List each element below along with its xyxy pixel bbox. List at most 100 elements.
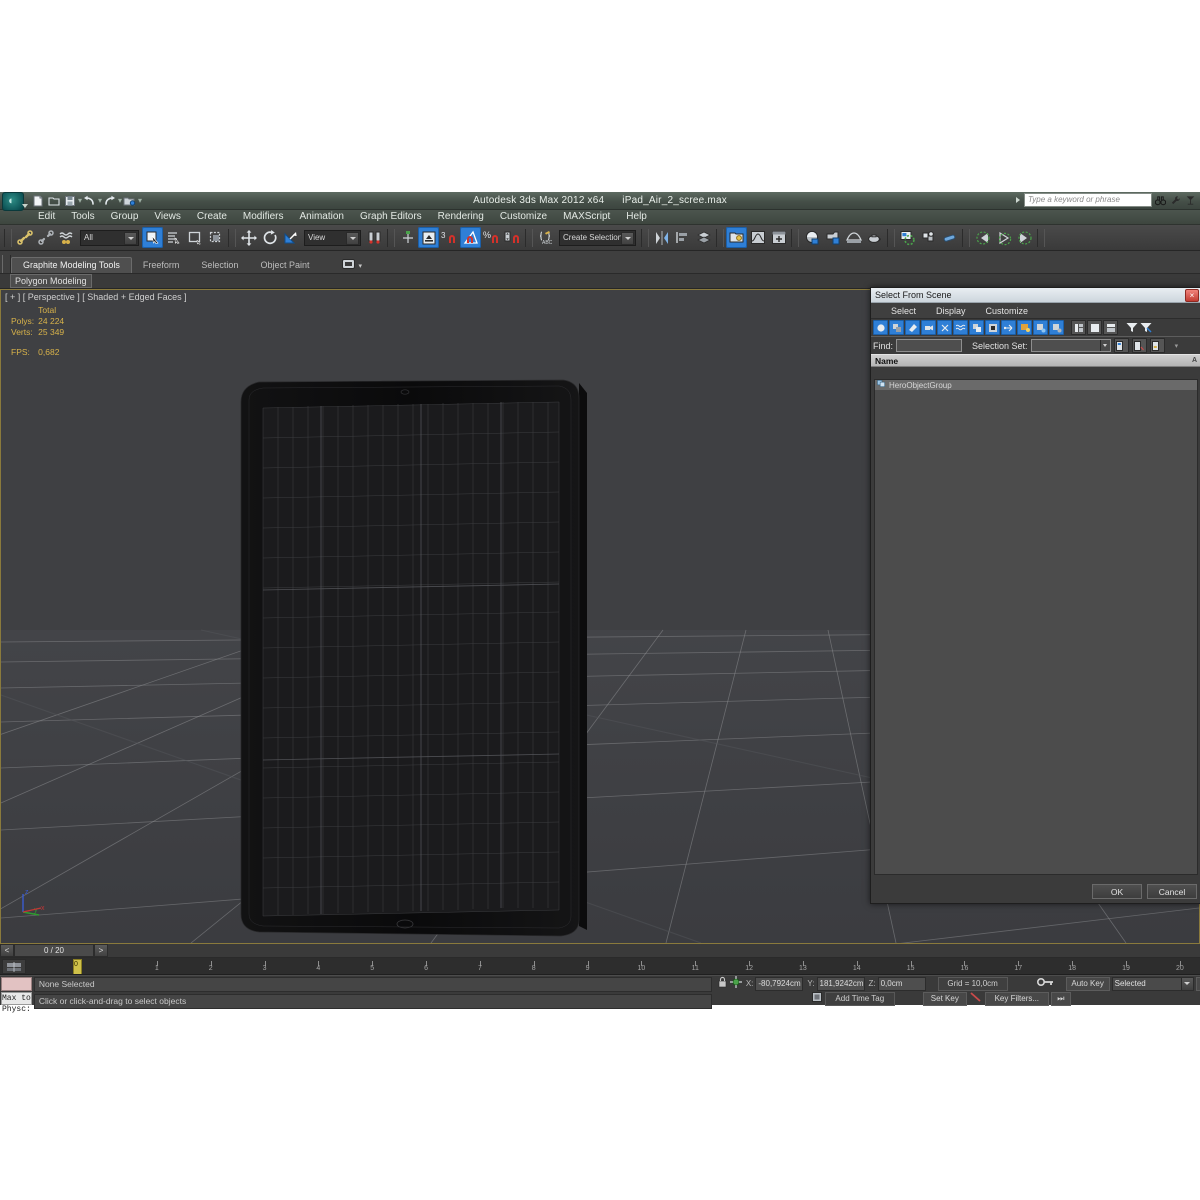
menu-item-modifiers[interactable]: Modifiers <box>235 210 292 224</box>
display-bones-icon[interactable] <box>1001 320 1016 335</box>
render-production-icon[interactable] <box>864 227 885 248</box>
display-shapes-icon[interactable] <box>889 320 904 335</box>
material-editor-icon[interactable] <box>801 227 822 248</box>
coord-y-value[interactable]: 181,9242cm <box>816 976 865 991</box>
key-mode-select[interactable]: Selected <box>1111 976 1194 991</box>
play-state-icon[interactable] <box>993 227 1014 248</box>
percent-snap-toggle-icon[interactable]: % <box>481 227 502 248</box>
rectangular-selection-region-icon[interactable] <box>184 227 205 248</box>
cancel-button[interactable]: Cancel <box>1147 884 1197 899</box>
use-pivot-point-center-icon[interactable] <box>364 227 385 248</box>
select-and-move-icon[interactable] <box>238 227 259 248</box>
menu-item-create[interactable]: Create <box>189 210 235 224</box>
track-bar[interactable]: 1 2 3 4 5 6 7 8 9 10 11 12 13 14 15 16 17 18 19 20 0 <box>0 958 1200 975</box>
menu-item-group[interactable]: Group <box>103 210 147 224</box>
chevron-down-icon[interactable] <box>1180 977 1193 990</box>
ribbon-display-icon[interactable] <box>342 259 356 272</box>
edit-selection-set-icon[interactable] <box>1149 338 1165 353</box>
selection-set-combo[interactable] <box>1030 339 1111 352</box>
select-and-rotate-icon[interactable] <box>259 227 280 248</box>
select-object-icon[interactable] <box>142 227 163 248</box>
align-icon[interactable] <box>672 227 693 248</box>
time-tag-icon[interactable] <box>811 991 823 1006</box>
unlink-selection-icon[interactable] <box>35 227 56 248</box>
spinner-snap-toggle-icon[interactable] <box>502 227 523 248</box>
list-item[interactable]: HeroObjectGroup <box>875 380 1197 390</box>
display-helpers-icon[interactable] <box>937 320 952 335</box>
chevron-down-icon[interactable] <box>124 231 137 245</box>
add-time-tag-button[interactable]: Add Time Tag <box>824 991 895 1006</box>
ribbon-grip[interactable] <box>2 255 11 273</box>
chevron-down-icon[interactable]: ▾ <box>358 262 362 270</box>
menu-item-views[interactable]: Views <box>146 210 189 224</box>
dialog-column-header[interactable]: Name A <box>871 354 1200 367</box>
search-input[interactable]: Type a keyword or phrase <box>1024 193 1152 207</box>
display-space-warps-icon[interactable] <box>953 320 968 335</box>
select-and-link-icon[interactable] <box>14 227 35 248</box>
previous-state-icon[interactable] <box>972 227 993 248</box>
reference-coordinate-combo[interactable]: View <box>304 229 361 246</box>
goto-end-icon[interactable]: ⏭ <box>1050 991 1071 1006</box>
new-selection-set-icon[interactable] <box>1113 338 1129 353</box>
display-children-icon[interactable] <box>1017 320 1032 335</box>
open-mini-curve-editor-icon[interactable] <box>2 959 26 974</box>
auto-key-button[interactable]: Auto Key <box>1065 976 1110 991</box>
more-options-icon[interactable]: ▾ <box>1175 342 1179 350</box>
binoculars-icon[interactable] <box>1154 194 1167 207</box>
expand-all-icon[interactable] <box>1071 320 1086 335</box>
find-input[interactable] <box>896 339 963 352</box>
dialog-menu-select[interactable]: Select <box>881 306 926 316</box>
angle-snap-toggle-icon[interactable] <box>460 227 481 248</box>
display-frozen-icon[interactable] <box>1049 320 1064 335</box>
coord-z-value[interactable]: 0,0cm <box>877 976 926 991</box>
chevron-down-icon[interactable] <box>621 231 634 245</box>
menu-item-rendering[interactable]: Rendering <box>430 210 492 224</box>
capsule-object-icon[interactable] <box>939 227 960 248</box>
menu-item-animation[interactable]: Animation <box>291 210 351 224</box>
tab-graphite-modeling-tools[interactable]: Graphite Modeling Tools <box>11 257 132 273</box>
goto-start-icon[interactable]: ⏮ <box>1195 976 1200 991</box>
lock-icon[interactable] <box>717 976 728 991</box>
select-and-scale-icon[interactable] <box>280 227 301 248</box>
delete-selection-set-icon[interactable] <box>1131 338 1147 353</box>
window-crossing-toggle-icon[interactable] <box>205 227 226 248</box>
menu-item-maxscript[interactable]: MAXScript <box>555 210 618 224</box>
coord-z[interactable]: Z: 0,0cm <box>867 976 926 991</box>
selection-filter-combo[interactable]: All <box>80 229 139 246</box>
display-cameras-icon[interactable] <box>921 320 936 335</box>
render-frame-window-icon[interactable] <box>843 227 864 248</box>
expand-selected-icon[interactable] <box>1103 320 1118 335</box>
search-expand-icon[interactable] <box>1016 197 1020 203</box>
menu-item-tools[interactable]: Tools <box>63 210 102 224</box>
ok-button[interactable]: OK <box>1092 884 1142 899</box>
mirror-icon[interactable] <box>651 227 672 248</box>
select-and-manipulate-icon[interactable] <box>418 227 439 248</box>
sort-indicator[interactable]: A <box>1192 357 1197 364</box>
scene-object-list[interactable]: HeroObjectGroup <box>874 379 1198 875</box>
key-mode-toggle-icon[interactable] <box>1036 976 1056 991</box>
tab-selection[interactable]: Selection <box>190 258 249 273</box>
coord-x[interactable]: X: -80,7924cm <box>744 976 804 991</box>
chevron-down-icon[interactable] <box>1099 340 1110 351</box>
coord-x-value[interactable]: -80,7924cm <box>755 976 804 991</box>
filter-icon[interactable] <box>1125 321 1138 334</box>
dialog-title-bar[interactable]: Select From Scene × <box>871 288 1200 303</box>
render-setup-icon[interactable] <box>822 227 843 248</box>
curve-editor-icon[interactable] <box>747 227 768 248</box>
menu-item-customize[interactable]: Customize <box>492 210 555 224</box>
select-by-name-icon[interactable] <box>163 227 184 248</box>
prev-frame-button[interactable]: < <box>0 944 14 957</box>
use-selection-center-icon[interactable] <box>397 227 418 248</box>
menu-item-edit[interactable]: Edit <box>30 210 63 224</box>
render-to-texture-icon[interactable] <box>897 227 918 248</box>
material-swatch[interactable] <box>1 977 32 991</box>
next-frame-button[interactable]: > <box>94 944 108 957</box>
dialog-menu-display[interactable]: Display <box>926 306 976 316</box>
set-key-button[interactable]: Set Key <box>922 991 967 1006</box>
named-selection-set-combo[interactable]: Create Selection Se <box>559 229 636 246</box>
select-from-scene-dialog[interactable]: Select From Scene × Select Display Custo… <box>870 287 1200 904</box>
display-influences-icon[interactable] <box>1033 320 1048 335</box>
scene-explorer-icon[interactable] <box>726 227 747 248</box>
coord-y[interactable]: Y: 181,9242cm <box>805 976 865 991</box>
chevron-down-icon[interactable] <box>346 231 359 245</box>
